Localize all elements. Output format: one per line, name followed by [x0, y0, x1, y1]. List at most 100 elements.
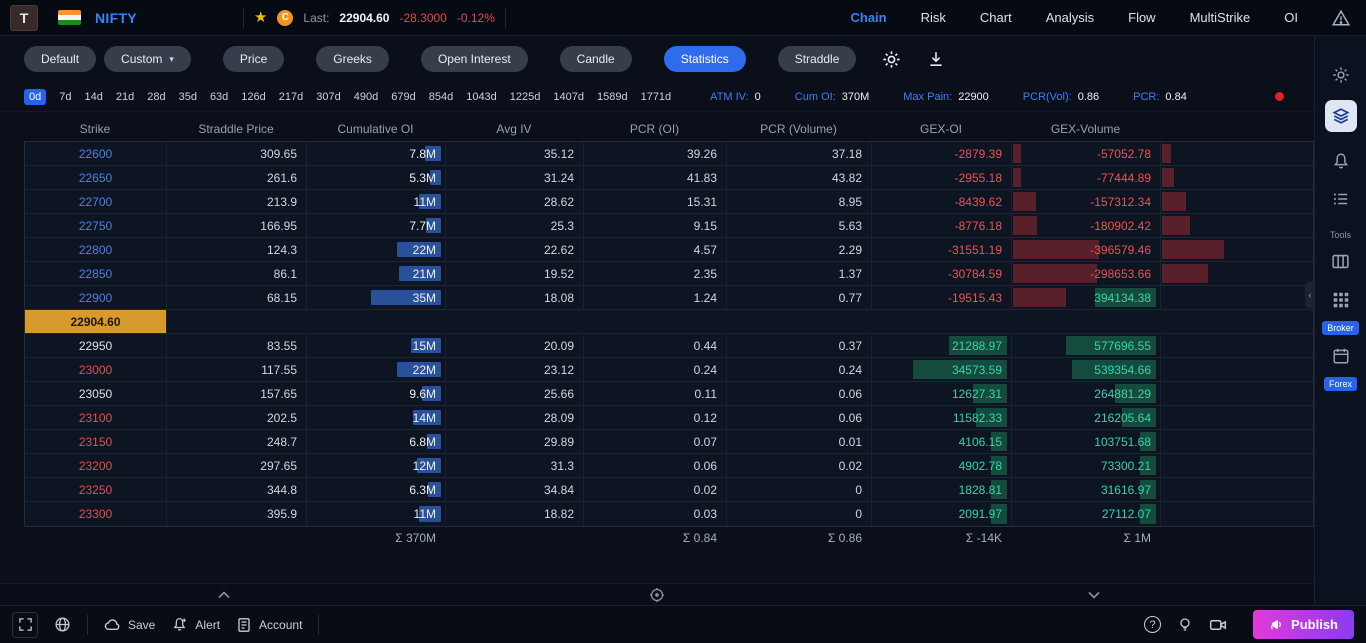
alert-button[interactable]: Alert	[171, 616, 220, 633]
table-row[interactable]: 22700213.911M28.6215.318.95-8439.62-1573…	[25, 190, 1313, 214]
publish-button[interactable]: Publish	[1253, 610, 1354, 639]
pill-straddle[interactable]: Straddle	[778, 46, 857, 72]
straddle-price-cell: 166.95	[167, 214, 307, 237]
nav-item-risk[interactable]: Risk	[921, 10, 946, 25]
expiry-day-126d[interactable]: 126d	[241, 91, 265, 103]
expiry-day-1589d[interactable]: 1589d	[597, 91, 628, 103]
pill-statistics[interactable]: Statistics	[664, 46, 746, 72]
expiry-day-679d[interactable]: 679d	[391, 91, 415, 103]
pcr-volume-cell: 0	[727, 502, 872, 526]
table-row[interactable]: 22750166.957.7M25.39.155.63-8776.18-1809…	[25, 214, 1313, 238]
pill-open-interest[interactable]: Open Interest	[421, 46, 528, 72]
table-row[interactable]: 23150248.76.8M29.890.070.014106.15103751…	[25, 430, 1313, 454]
layers-icon-active[interactable]	[1325, 100, 1357, 132]
column-header-pcr-oi-[interactable]: PCR (OI)	[583, 116, 726, 141]
help-icon[interactable]: ?	[1144, 616, 1161, 633]
column-header-avg-iv[interactable]: Avg IV	[445, 116, 583, 141]
pill-price[interactable]: Price	[223, 46, 284, 72]
expiry-day-63d[interactable]: 63d	[210, 91, 228, 103]
expiry-day-217d[interactable]: 217d	[279, 91, 303, 103]
expiry-day-35d[interactable]: 35d	[179, 91, 197, 103]
table-row[interactable]: 23050157.659.6M25.660.110.0612627.312648…	[25, 382, 1313, 406]
collapse-up-icon[interactable]	[216, 587, 232, 603]
fullscreen-icon[interactable]	[12, 612, 38, 638]
collapse-down-icon[interactable]	[1086, 587, 1102, 603]
forex-badge[interactable]: Forex	[1324, 377, 1357, 391]
app-logo[interactable]: T	[10, 5, 38, 31]
strike-cell: 22650	[25, 166, 167, 189]
alert-triangle-icon[interactable]	[1332, 9, 1350, 27]
pill-default[interactable]: Default	[24, 46, 96, 72]
table-row[interactable]: 22650261.65.3M31.2441.8343.82-2955.18-77…	[25, 166, 1313, 190]
video-camera-icon[interactable]	[1209, 616, 1227, 634]
panel-layout-icon[interactable]	[1331, 252, 1350, 271]
pill-greeks[interactable]: Greeks	[316, 46, 389, 72]
column-header-gex-volume[interactable]: GEX-Volume	[1011, 116, 1160, 141]
pill-custom[interactable]: Custom▾	[104, 46, 191, 72]
target-icon[interactable]	[649, 587, 665, 603]
expiry-day-1043d[interactable]: 1043d	[466, 91, 497, 103]
sidebar-expand-handle[interactable]: ‹	[1305, 282, 1315, 308]
table-row[interactable]: 23250344.86.3M34.840.0201828.8131616.97	[25, 478, 1313, 502]
sum-empty	[166, 527, 306, 549]
expiry-day-14d[interactable]: 14d	[85, 91, 103, 103]
lightbulb-icon[interactable]	[1177, 617, 1193, 633]
sidebar-gear-icon[interactable]	[1332, 66, 1350, 84]
nav-item-oi[interactable]: OI	[1284, 10, 1298, 25]
column-header-straddle-price[interactable]: Straddle Price	[166, 116, 306, 141]
download-icon[interactable]	[927, 50, 945, 68]
expiry-day-490d[interactable]: 490d	[354, 91, 378, 103]
save-button[interactable]: Save	[104, 616, 155, 633]
gex-volume-cell: 31616.97	[1012, 478, 1161, 501]
row-filler	[1161, 166, 1313, 189]
broker-badge[interactable]: Broker	[1322, 321, 1359, 335]
table-row[interactable]: 2295083.5515M20.090.440.3721288.97577696…	[25, 334, 1313, 358]
expiry-day-1771d[interactable]: 1771d	[641, 91, 672, 103]
table-row[interactable]: 22800124.322M22.624.572.29-31551.19-3965…	[25, 238, 1313, 262]
table-row[interactable]: 2285086.121M19.522.351.37-30784.59-29865…	[25, 262, 1313, 286]
oi-value: 7.8M	[409, 147, 436, 161]
account-button[interactable]: Account	[236, 617, 302, 633]
nav-item-chain[interactable]: Chain	[851, 10, 887, 25]
coin-icon[interactable]: C	[277, 10, 293, 26]
table-row[interactable]: 23000117.5522M23.120.240.2434573.5953935…	[25, 358, 1313, 382]
column-header-gex-oi[interactable]: GEX-OI	[871, 116, 1011, 141]
expiry-day-307d[interactable]: 307d	[316, 91, 340, 103]
stat-value: 0.84	[1165, 91, 1186, 103]
gex-volume-cell: -396579.46	[1012, 238, 1161, 261]
table-row[interactable]: 22600309.657.8M35.1239.2637.18-2879.39-5…	[25, 142, 1313, 166]
favorite-star-icon[interactable]: ★	[254, 10, 267, 25]
spot-price-row[interactable]: 22904.60	[25, 310, 1313, 334]
expiry-day-1225d[interactable]: 1225d	[510, 91, 541, 103]
pill-candle[interactable]: Candle	[560, 46, 632, 72]
nav-item-chart[interactable]: Chart	[980, 10, 1012, 25]
expiry-day-7d[interactable]: 7d	[59, 91, 71, 103]
notifications-bell-icon[interactable]	[1332, 152, 1350, 170]
expiry-day-28d[interactable]: 28d	[147, 91, 165, 103]
gex-oi-cell: -2879.39	[872, 142, 1012, 165]
globe-icon[interactable]	[54, 616, 71, 633]
gex-oi-cell: 4902.78	[872, 454, 1012, 477]
expiry-day-1407d[interactable]: 1407d	[553, 91, 584, 103]
pcr-volume-cell: 2.29	[727, 238, 872, 261]
column-header-strike[interactable]: Strike	[24, 116, 166, 141]
expiry-day-854d[interactable]: 854d	[429, 91, 453, 103]
nav-item-flow[interactable]: Flow	[1128, 10, 1155, 25]
column-header-pcr-volume-[interactable]: PCR (Volume)	[726, 116, 871, 141]
watchlist-icon[interactable]	[1332, 190, 1350, 208]
nav-item-analysis[interactable]: Analysis	[1046, 10, 1094, 25]
table-row[interactable]: 23300395.911M18.820.0302091.9727112.07	[25, 502, 1313, 526]
stat-cumoi: Cum OI:370M	[795, 91, 869, 103]
calendar-icon[interactable]	[1332, 347, 1350, 365]
table-row[interactable]: 23100202.514M28.090.120.0611582.33216205…	[25, 406, 1313, 430]
apps-grid-icon[interactable]	[1332, 291, 1350, 309]
table-row[interactable]: 23200297.6512M31.30.060.024902.7873300.2…	[25, 454, 1313, 478]
table-row[interactable]: 2290068.1535M18.081.240.77-19515.4339413…	[25, 286, 1313, 310]
nav-item-multistrike[interactable]: MultiStrike	[1190, 10, 1251, 25]
expiry-day-0d[interactable]: 0d	[24, 89, 46, 105]
alert-label: Alert	[195, 618, 220, 632]
symbol-name[interactable]: NIFTY	[95, 10, 137, 26]
expiry-day-21d[interactable]: 21d	[116, 91, 134, 103]
column-header-cumulative-oi[interactable]: Cumulative OI	[306, 116, 445, 141]
settings-gear-icon[interactable]	[882, 50, 901, 69]
